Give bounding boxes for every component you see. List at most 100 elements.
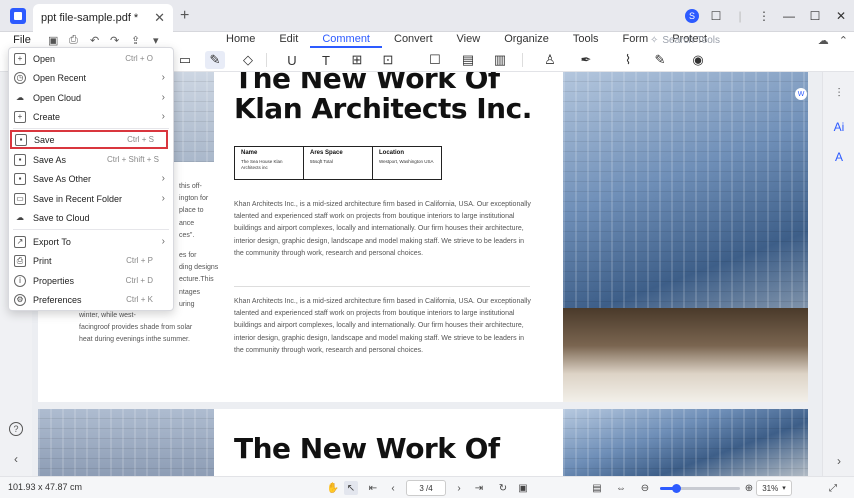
ai-assistant-icon[interactable]: Ai	[832, 120, 846, 134]
heading-line-2: Klan Architects Inc.	[234, 92, 532, 125]
stamp-icon[interactable]: ♙	[540, 51, 560, 69]
menu-item-save-as[interactable]: ▪ Save As Ctrl + Shift + S	[9, 150, 173, 169]
document-tab[interactable]: ppt file-sample.pdf * ✕	[33, 4, 173, 32]
zoom-level-select[interactable]: 31% ▾	[756, 480, 792, 496]
close-button[interactable]: ✕	[828, 0, 854, 32]
chevron-right-icon: ›	[161, 236, 165, 247]
print-quick-icon[interactable]: ⎙	[69, 32, 78, 48]
menu-item-label: Open Cloud	[33, 92, 82, 103]
zoom-slider-handle[interactable]	[672, 484, 681, 493]
previous-page-icon[interactable]: ‹	[386, 481, 400, 495]
title-bar: ppt file-sample.pdf * ✕ + S ☐ | ⋮ — ☐ ✕	[0, 0, 854, 32]
lightbulb-icon: ✧	[650, 34, 659, 46]
menu-item-open[interactable]: + Open Ctrl + O	[9, 49, 173, 68]
rotate-icon[interactable]: ↻	[496, 481, 510, 495]
tab-organize[interactable]: Organize	[492, 32, 561, 48]
info-icon: i	[14, 274, 26, 287]
pencil-icon[interactable]: ✎	[205, 51, 225, 69]
more-icon[interactable]: ⋮	[752, 0, 776, 32]
text-fragment: winter, while west-	[79, 312, 136, 319]
fit-width-icon[interactable]: ⇔	[614, 481, 628, 495]
eraser-icon[interactable]: ◇	[238, 51, 258, 69]
menu-item-label: Preferences	[33, 294, 82, 305]
measure-icon[interactable]: ▥	[490, 51, 510, 69]
menu-item-save-as-other[interactable]: ▪ Save As Other ›	[9, 169, 173, 188]
tab-comment[interactable]: Comment	[310, 32, 382, 48]
file-menu-button[interactable]: File	[8, 32, 36, 48]
page-layout-icon[interactable]: ▤	[590, 481, 604, 495]
save-other-icon: ▪	[14, 172, 26, 185]
minimize-button[interactable]: —	[776, 0, 802, 32]
tab-home[interactable]: Home	[214, 32, 267, 48]
fit-page-icon[interactable]: ▣	[516, 481, 530, 495]
select-tool-icon[interactable]: ↖	[344, 481, 358, 495]
share-icon[interactable]: ⇪	[131, 32, 140, 48]
menu-item-open-recent[interactable]: ◷ Open Recent ›	[9, 68, 173, 87]
message-icon[interactable]: ☐	[704, 0, 728, 32]
menu-item-save-to-cloud[interactable]: ☁ Save to Cloud	[9, 208, 173, 227]
expand-sidebar-icon[interactable]: ›	[832, 454, 846, 468]
info-column-name: Name The Sea House Klan Architects inc	[235, 147, 304, 179]
redo-icon[interactable]: ↷	[110, 32, 119, 48]
menu-divider	[13, 128, 169, 129]
tab-view[interactable]: View	[445, 32, 493, 48]
clock-icon: ◷	[14, 71, 26, 84]
menu-item-save-recent-folder[interactable]: ▭ Save in Recent Folder ›	[9, 189, 173, 208]
text-callout-icon[interactable]: ⊡	[378, 51, 398, 69]
menu-item-create[interactable]: + Create ›	[9, 107, 173, 126]
page-number-input[interactable]: 3 /4	[406, 480, 446, 496]
tab-convert[interactable]: Convert	[382, 32, 445, 48]
signature-icon[interactable]: ✒	[576, 51, 596, 69]
zoom-in-icon[interactable]: ⊕	[742, 481, 756, 495]
word-badge-icon[interactable]: W	[795, 88, 807, 100]
shape-icon[interactable]: ☐	[425, 51, 445, 69]
menu-item-properties[interactable]: i Properties Ctrl + D	[9, 271, 173, 290]
next-page-icon[interactable]: ›	[452, 481, 466, 495]
left-column-text: this off- ington for place to ance ces".	[179, 181, 208, 242]
attachment-icon[interactable]: ⌇	[618, 51, 638, 69]
underline-icon[interactable]: U	[282, 51, 302, 69]
text-box-icon[interactable]: ⊞	[347, 51, 367, 69]
new-tab-button[interactable]: +	[180, 7, 189, 25]
menu-item-label: Save As Other	[33, 173, 92, 184]
search-tools-input[interactable]: ✧ Search Tools	[650, 32, 720, 48]
right-sidebar: ⫶ Ai A ›	[822, 72, 854, 476]
text-fragment: place to	[179, 207, 204, 215]
translate-icon[interactable]: A	[832, 150, 846, 164]
help-icon[interactable]: ?	[9, 422, 23, 436]
tab-close-icon[interactable]: ✕	[154, 10, 165, 26]
menu-item-export-to[interactable]: ↗ Export To ›	[9, 232, 173, 251]
text-icon[interactable]: T	[316, 51, 336, 69]
menu-item-save[interactable]: ▪ Save Ctrl + S	[10, 130, 168, 149]
maximize-button[interactable]: ☐	[802, 0, 828, 32]
hand-tool-icon[interactable]: ✋	[326, 481, 340, 495]
menu-item-preferences[interactable]: ⚙ Preferences Ctrl + K	[9, 290, 173, 309]
first-page-icon[interactable]: ⇤	[366, 481, 380, 495]
account-button[interactable]: S	[680, 0, 704, 32]
fullscreen-icon[interactable]: ⤢	[826, 481, 840, 495]
menu-item-open-cloud[interactable]: ☁ Open Cloud ›	[9, 88, 173, 107]
collapse-ribbon-icon[interactable]: ⌃	[839, 34, 848, 47]
sticky-note-icon[interactable]: ▭	[175, 51, 195, 69]
table-header: Name	[241, 150, 258, 156]
last-page-icon[interactable]: ⇥	[472, 481, 486, 495]
file-dropdown-menu: + Open Ctrl + O ◷ Open Recent › ☁ Open C…	[8, 47, 174, 311]
save-quick-icon[interactable]: ▣	[48, 32, 58, 48]
comment-icon[interactable]: ▤	[458, 51, 478, 69]
properties-panel-icon[interactable]: ⫶	[832, 86, 846, 100]
menu-item-print[interactable]: ⎙ Print Ctrl + P	[9, 251, 173, 270]
text-fragment: ces".	[179, 231, 195, 239]
show-hide-comments-icon[interactable]: ◉	[688, 51, 708, 69]
tab-tools[interactable]: Tools	[561, 32, 611, 48]
collapse-sidebar-icon[interactable]: ‹	[9, 452, 23, 466]
menu-shortcut: Ctrl + D	[125, 276, 153, 285]
undo-icon[interactable]: ↶	[90, 32, 99, 48]
menu-shortcut: Ctrl + O	[125, 54, 153, 63]
tab-edit[interactable]: Edit	[267, 32, 310, 48]
text-fragment: ance	[179, 219, 195, 227]
comment-list-icon[interactable]: ✎	[650, 51, 670, 69]
cloud-upload-icon[interactable]: ☁	[818, 34, 829, 47]
zoom-slider[interactable]	[660, 484, 740, 493]
zoom-out-icon[interactable]: ⊖	[638, 481, 652, 495]
customize-dropdown-icon[interactable]: ▾	[153, 32, 159, 48]
